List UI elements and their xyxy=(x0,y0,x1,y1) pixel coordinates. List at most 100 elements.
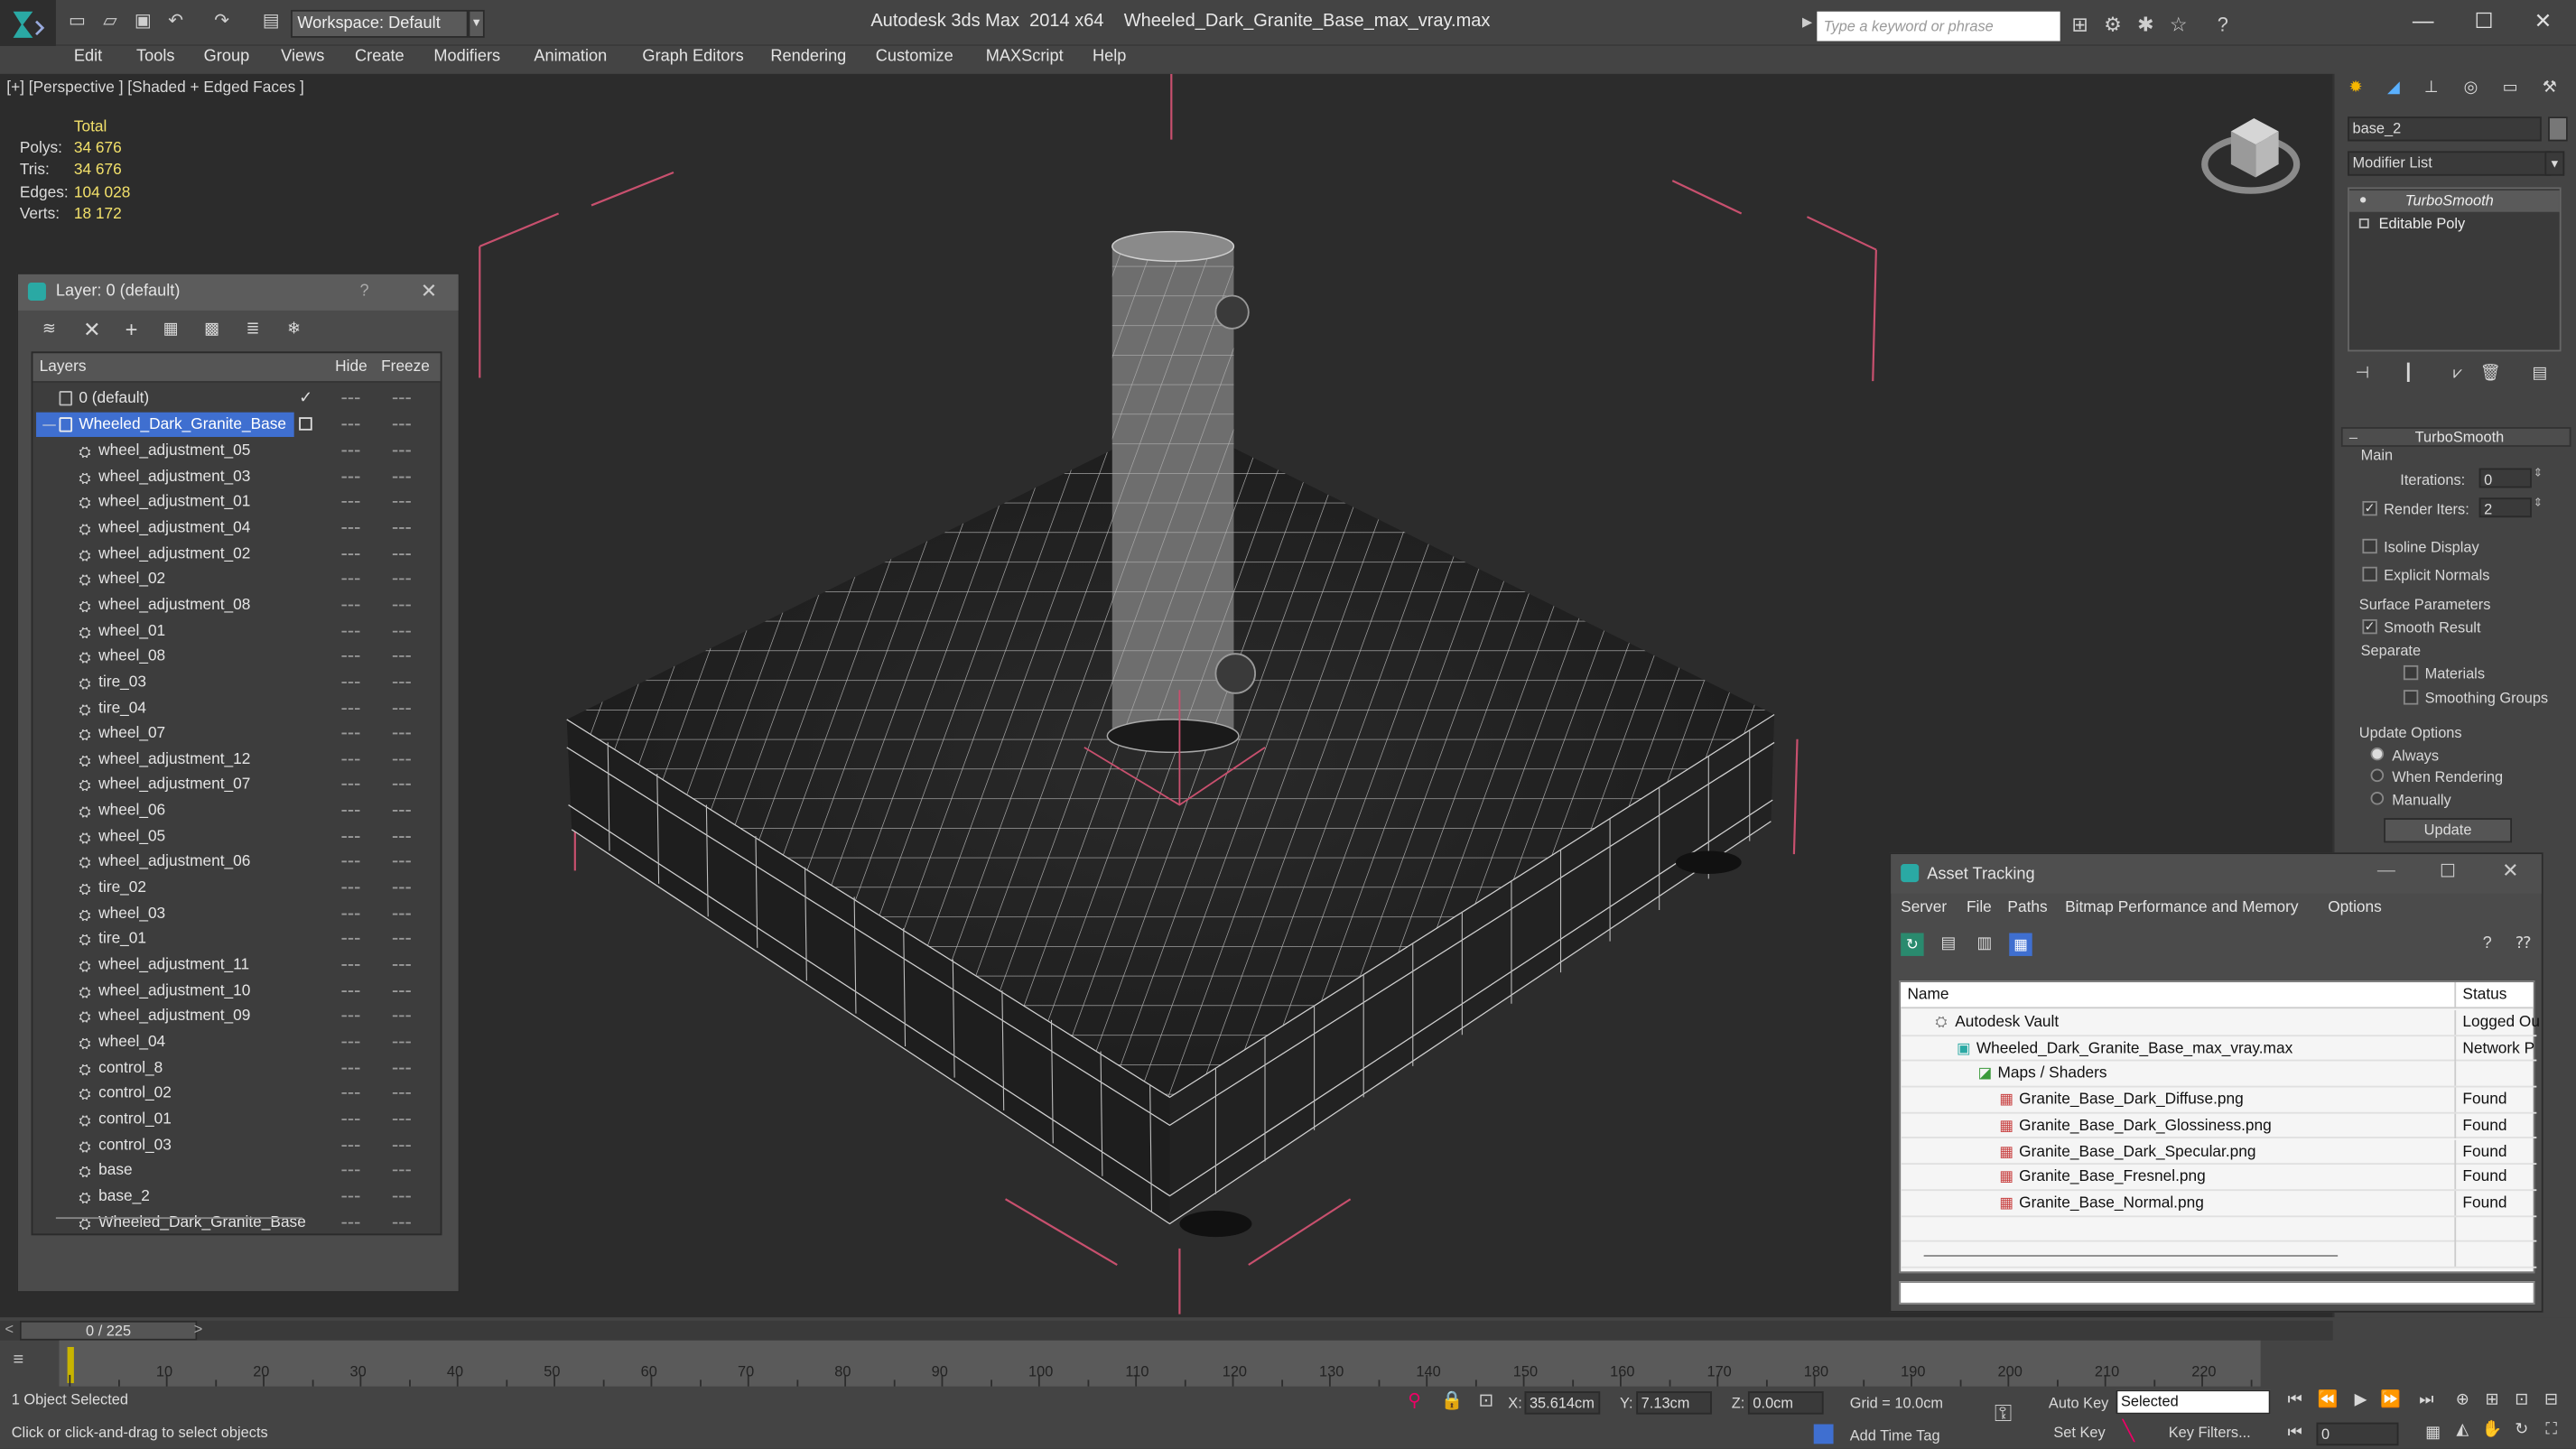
layer-object-row[interactable]: ⛭ tire_02 xyxy=(33,876,440,901)
go-to-end-icon[interactable]: ⏭ xyxy=(2415,1389,2438,1412)
menu-file[interactable]: File xyxy=(1967,898,1992,916)
asset-row[interactable]: ▦ Granite_Base_Dark_Glossiness.png Found xyxy=(1901,1113,2537,1139)
refresh-icon[interactable]: ↻ xyxy=(1901,933,1924,956)
mini-curve-editor-icon[interactable]: ≡ xyxy=(14,1351,46,1377)
freeze-toggle[interactable] xyxy=(392,397,411,400)
field-of-view-icon[interactable]: ◭ xyxy=(2451,1419,2474,1442)
maximize-viewport-icon[interactable]: ⛶ xyxy=(2540,1419,2562,1442)
viewport-label[interactable]: [+] [Perspective ] [Shaded + Edged Faces… xyxy=(6,79,304,97)
freeze-toggle[interactable] xyxy=(392,629,411,632)
layer-object-row[interactable]: ⛭ wheel_adjustment_12 xyxy=(33,748,440,773)
materials-checkbox[interactable] xyxy=(2403,664,2419,681)
hide-toggle[interactable] xyxy=(341,758,360,761)
track-bar[interactable]: 10 20 30 40 50 60 70 80 90 100 110 120 130 140 150 160 1… xyxy=(59,1340,2261,1387)
add-time-tag[interactable]: Add Time Tag xyxy=(1850,1427,1940,1444)
active-layer-check-icon[interactable]: ✓ xyxy=(299,386,312,411)
freeze-toggle[interactable] xyxy=(392,758,411,761)
asset-row[interactable]: ▦ Granite_Base_Fresnel.png Found xyxy=(1901,1165,2537,1191)
hide-toggle[interactable] xyxy=(341,655,360,658)
layer-object-row[interactable]: ⛭ wheel_03 xyxy=(33,901,440,926)
context-help-icon[interactable]: ⁇ xyxy=(2512,933,2534,955)
column-divider[interactable] xyxy=(2454,982,2457,1009)
freeze-toggle[interactable] xyxy=(392,964,411,966)
freeze-toggle[interactable] xyxy=(392,707,411,710)
isolate-icon[interactable]: ⚲ xyxy=(1408,1389,1421,1411)
remove-modifier-icon[interactable]: 🗑 xyxy=(2479,363,2502,385)
hide-toggle[interactable] xyxy=(341,810,360,813)
freeze-all-icon[interactable]: ❄ xyxy=(283,319,305,341)
hide-toggle[interactable] xyxy=(341,629,360,632)
menu-views[interactable]: Views xyxy=(281,46,324,74)
object-name-field[interactable]: base_2 xyxy=(2348,116,2542,142)
previous-key-icon[interactable]: ⏪ xyxy=(2316,1389,2339,1412)
iterations-spinner[interactable]: 0 xyxy=(2478,468,2532,488)
hide-toggle[interactable] xyxy=(341,553,360,555)
layer-object-row[interactable]: ⛭ wheel_adjustment_07 xyxy=(33,773,440,798)
list-view-icon[interactable]: ▤ xyxy=(1937,933,1959,955)
search-input[interactable]: Type a keyword or phrase xyxy=(1817,11,2060,42)
zoom-extents-all-icon[interactable]: ⊟ xyxy=(2540,1389,2562,1412)
new-layer-icon[interactable]: ≋ xyxy=(38,319,60,341)
go-to-start-icon[interactable]: ⏮ xyxy=(2283,1389,2306,1412)
col-hide[interactable]: Hide xyxy=(335,358,367,376)
layer-object-row[interactable]: ⛭ Wheeled_Dark_Granite_Base xyxy=(33,1210,440,1233)
freeze-toggle[interactable] xyxy=(392,553,411,555)
layer-object-row[interactable]: ⛭ control_01 xyxy=(33,1107,440,1132)
hide-toggle[interactable] xyxy=(341,604,360,607)
close-button[interactable]: ✕ xyxy=(2518,8,2568,34)
layer-row-selected[interactable]: — Wheeled_Dark_Granite_Base xyxy=(33,412,440,438)
pan-icon[interactable]: ✋ xyxy=(2480,1419,2503,1442)
previous-frame-icon[interactable]: < xyxy=(5,1321,14,1337)
orbit-icon[interactable]: ↻ xyxy=(2510,1419,2533,1442)
minimize-icon[interactable]: — xyxy=(2377,860,2395,880)
time-tag-icon[interactable] xyxy=(1813,1424,1834,1444)
redo-icon[interactable]: ↷ xyxy=(210,12,233,33)
menu-customize[interactable]: Customize xyxy=(876,46,953,74)
render-iters-spinner[interactable]: 2 xyxy=(2478,497,2532,518)
y-coordinate-field[interactable]: 7.13cm xyxy=(1636,1391,1712,1415)
favorites-star-icon[interactable]: ☆ xyxy=(2165,12,2191,38)
time-slider[interactable]: 0 / 225 xyxy=(19,1320,198,1341)
maximize-icon[interactable]: ☐ xyxy=(2440,860,2456,882)
layer-object-row[interactable]: ⛭ tire_04 xyxy=(33,696,440,721)
freeze-toggle[interactable] xyxy=(392,861,411,863)
maximize-button[interactable]: ☐ xyxy=(2460,8,2509,34)
col-name[interactable]: Name xyxy=(1907,986,1948,1004)
menu-edit[interactable]: Edit xyxy=(74,46,102,74)
freeze-toggle[interactable] xyxy=(392,1195,411,1198)
layer-object-row[interactable]: ⛭ tire_03 xyxy=(33,670,440,695)
hide-toggle[interactable] xyxy=(341,476,360,478)
asset-path-field[interactable] xyxy=(1899,1281,2535,1305)
layer-object-row[interactable]: ⛭ wheel_adjustment_03 xyxy=(33,464,440,489)
col-layers[interactable]: Layers xyxy=(40,358,87,376)
workspace-dropdown[interactable]: Workspace: Default xyxy=(291,9,469,38)
configure-sets-icon[interactable]: ▤ xyxy=(2528,363,2551,385)
layer-object-row[interactable]: ⛭ wheel_05 xyxy=(33,824,440,850)
asset-row[interactable]: ▦ Granite_Base_Dark_Specular.png Found xyxy=(1901,1138,2537,1166)
layer-object-row[interactable]: ⛭ base_2 xyxy=(33,1184,440,1210)
hide-toggle[interactable] xyxy=(341,913,360,915)
freeze-toggle[interactable] xyxy=(392,501,411,504)
freeze-toggle[interactable] xyxy=(392,1015,411,1017)
modifier-list-dropdown[interactable]: Modifier List xyxy=(2348,151,2552,176)
layer-object-row[interactable]: ⛭ wheel_02 xyxy=(33,567,440,592)
layer-object-row[interactable]: ⛭ wheel_adjustment_02 xyxy=(33,542,440,567)
hide-toggle[interactable] xyxy=(341,1015,360,1017)
hide-toggle[interactable] xyxy=(341,1221,360,1223)
asset-row[interactable]: ◪ Maps / Shaders xyxy=(1901,1062,2537,1088)
menu-options[interactable]: Options xyxy=(2328,898,2382,916)
menu-paths[interactable]: Paths xyxy=(2007,898,2047,916)
menu-bitmap-performance[interactable]: Bitmap Performance and Memory xyxy=(2065,898,2298,916)
hide-toggle[interactable] xyxy=(341,938,360,941)
freeze-toggle[interactable] xyxy=(392,655,411,658)
minimize-button[interactable]: — xyxy=(2398,8,2448,34)
absolute-mode-icon[interactable]: ⊡ xyxy=(1479,1389,1494,1411)
binoculars-icon[interactable]: ⊞ xyxy=(2067,12,2093,38)
next-frame-icon[interactable]: > xyxy=(194,1321,203,1337)
hide-toggle[interactable] xyxy=(341,397,360,400)
asset-row[interactable]: ▦ Granite_Base_Dark_Diffuse.png Found xyxy=(1901,1087,2537,1114)
hide-toggle[interactable] xyxy=(341,1092,360,1095)
current-frame-field[interactable]: 0 xyxy=(2316,1422,2399,1446)
col-status[interactable]: Status xyxy=(2462,986,2506,1004)
hide-all-icon[interactable]: ≣ xyxy=(241,319,264,341)
